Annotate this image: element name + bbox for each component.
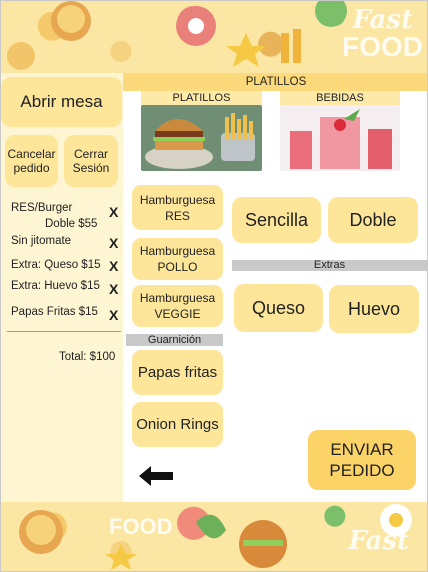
send-order-button[interactable]: ENVIAR PEDIDO bbox=[308, 430, 416, 490]
bottom-banner: FOOD Fast bbox=[1, 502, 427, 571]
order-line-price: Doble $55 bbox=[45, 218, 98, 230]
open-table-button[interactable]: Abrir mesa bbox=[1, 77, 122, 127]
drinks-image bbox=[280, 105, 400, 171]
guarnicion-header: Guarnición bbox=[126, 334, 223, 346]
order-line-extra: Extra: Huevo $15 bbox=[11, 280, 100, 292]
app-frame: Fast FOOD Abrir mesa Cancelar pedido Cer… bbox=[0, 0, 428, 572]
category-platillos-label[interactable]: PLATILLOS bbox=[141, 91, 262, 105]
remove-extra-button[interactable]: X bbox=[109, 281, 118, 297]
back-arrow-glyph bbox=[139, 466, 173, 486]
banner-food-text: FOOD bbox=[109, 514, 173, 539]
remove-extra-button[interactable]: X bbox=[109, 258, 118, 274]
size-doble-button[interactable]: Doble bbox=[328, 197, 418, 243]
order-line-side: Papas Fritas $15 bbox=[11, 306, 98, 318]
category-bebidas-image[interactable] bbox=[280, 105, 400, 171]
category-bebidas-label[interactable]: BEBIDAS bbox=[280, 91, 400, 105]
cancel-order-button[interactable]: Cancelar pedido bbox=[5, 135, 58, 187]
back-arrow-icon[interactable] bbox=[139, 466, 173, 486]
extra-huevo-button[interactable]: Huevo bbox=[329, 285, 419, 333]
order-line-mod: Sin jitomate bbox=[11, 235, 72, 247]
banner-food-text: FOOD bbox=[342, 31, 423, 62]
item-button[interactable]: Hamburguesa VEGGIE bbox=[132, 285, 223, 327]
logout-button[interactable]: Cerrar Sesión bbox=[64, 135, 118, 187]
burger-fries-image bbox=[141, 105, 262, 171]
item-button[interactable]: Hamburguesa POLLO bbox=[132, 238, 223, 280]
remove-mod-button[interactable]: X bbox=[109, 235, 118, 251]
order-line-extra: Extra: Queso $15 bbox=[11, 259, 101, 271]
top-banner: Fast FOOD bbox=[1, 1, 427, 73]
size-sencilla-button[interactable]: Sencilla bbox=[232, 197, 321, 243]
banner-fast-text: Fast bbox=[348, 526, 409, 556]
item-button[interactable]: Hamburguesa RES bbox=[132, 185, 223, 230]
order-line-item: RES/Burger bbox=[11, 202, 73, 214]
order-total: Total: $100 bbox=[59, 351, 116, 363]
order-divider bbox=[7, 331, 121, 332]
remove-item-button[interactable]: X bbox=[109, 204, 118, 220]
extra-queso-button[interactable]: Queso bbox=[234, 284, 323, 332]
extras-header: Extras bbox=[232, 260, 427, 271]
side-button[interactable]: Onion Rings bbox=[132, 402, 223, 447]
remove-side-button[interactable]: X bbox=[109, 307, 118, 323]
side-button[interactable]: Papas fritas bbox=[132, 350, 223, 395]
section-title: PLATILLOS bbox=[123, 73, 427, 91]
category-platillos-image[interactable] bbox=[141, 105, 262, 171]
